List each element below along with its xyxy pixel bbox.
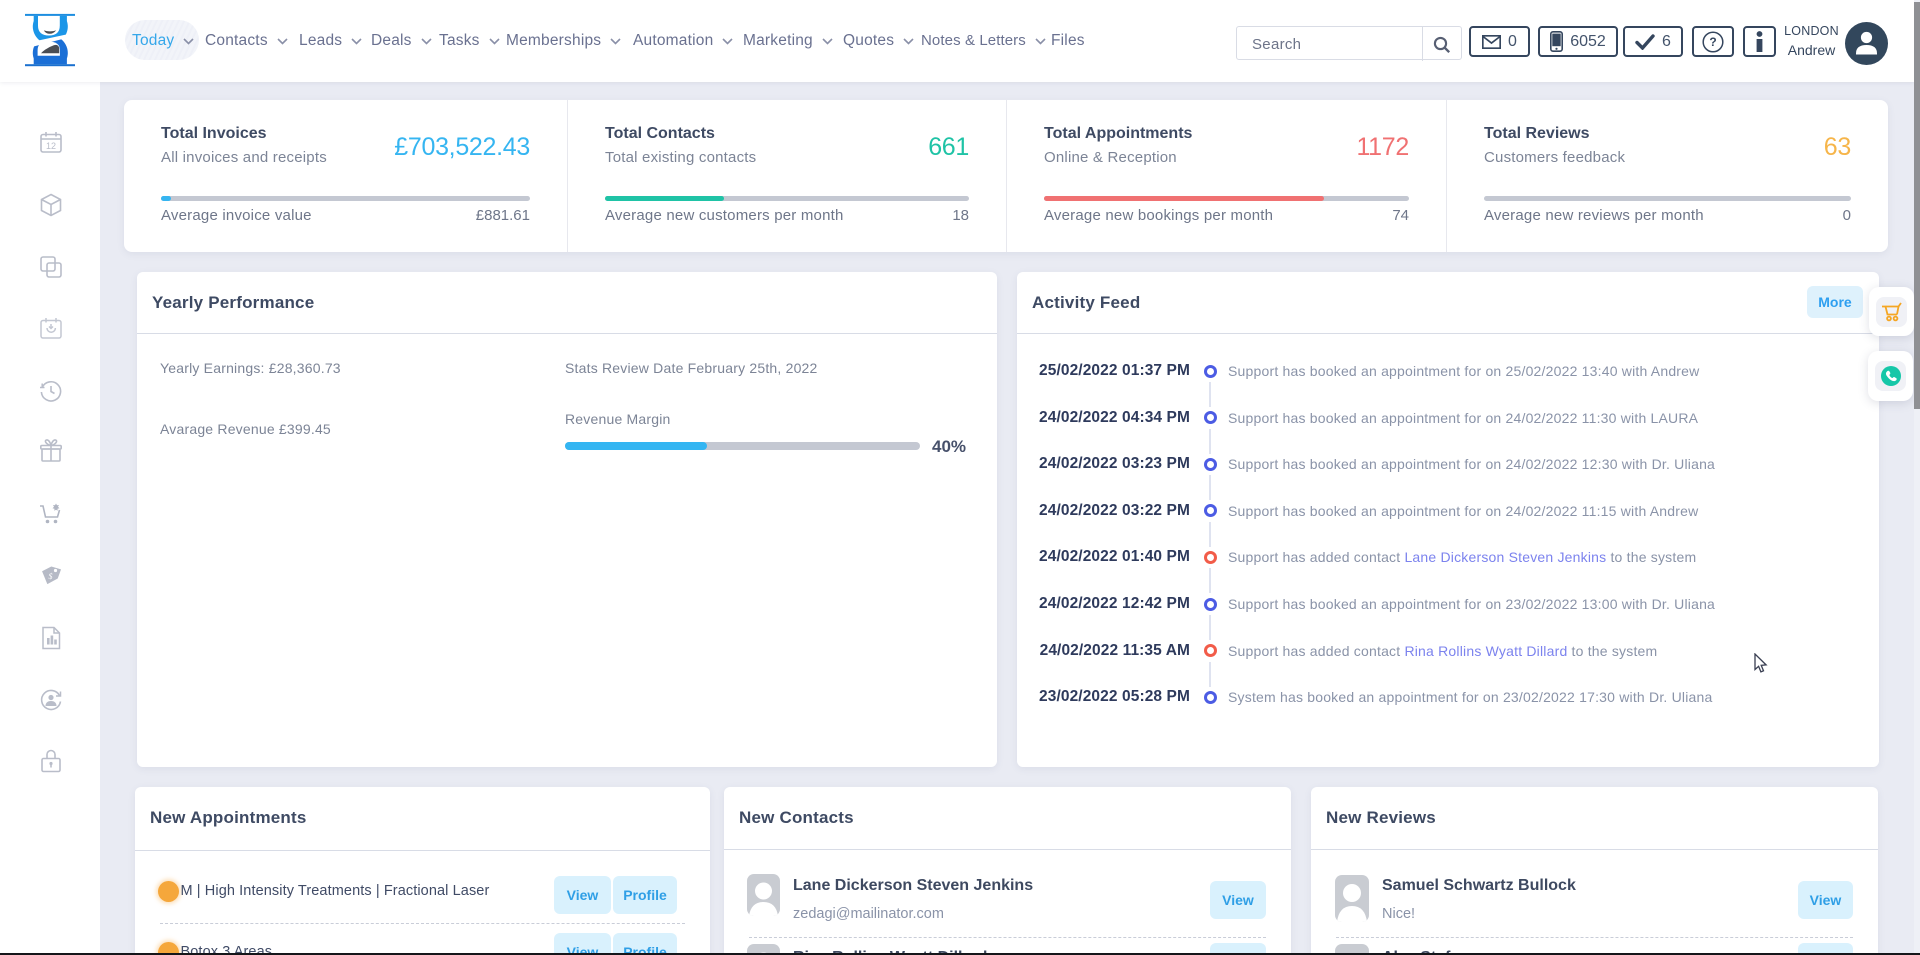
svg-text:?: ? bbox=[1709, 35, 1716, 49]
svg-text:$: $ bbox=[49, 572, 53, 581]
svg-text:12: 12 bbox=[46, 141, 56, 151]
